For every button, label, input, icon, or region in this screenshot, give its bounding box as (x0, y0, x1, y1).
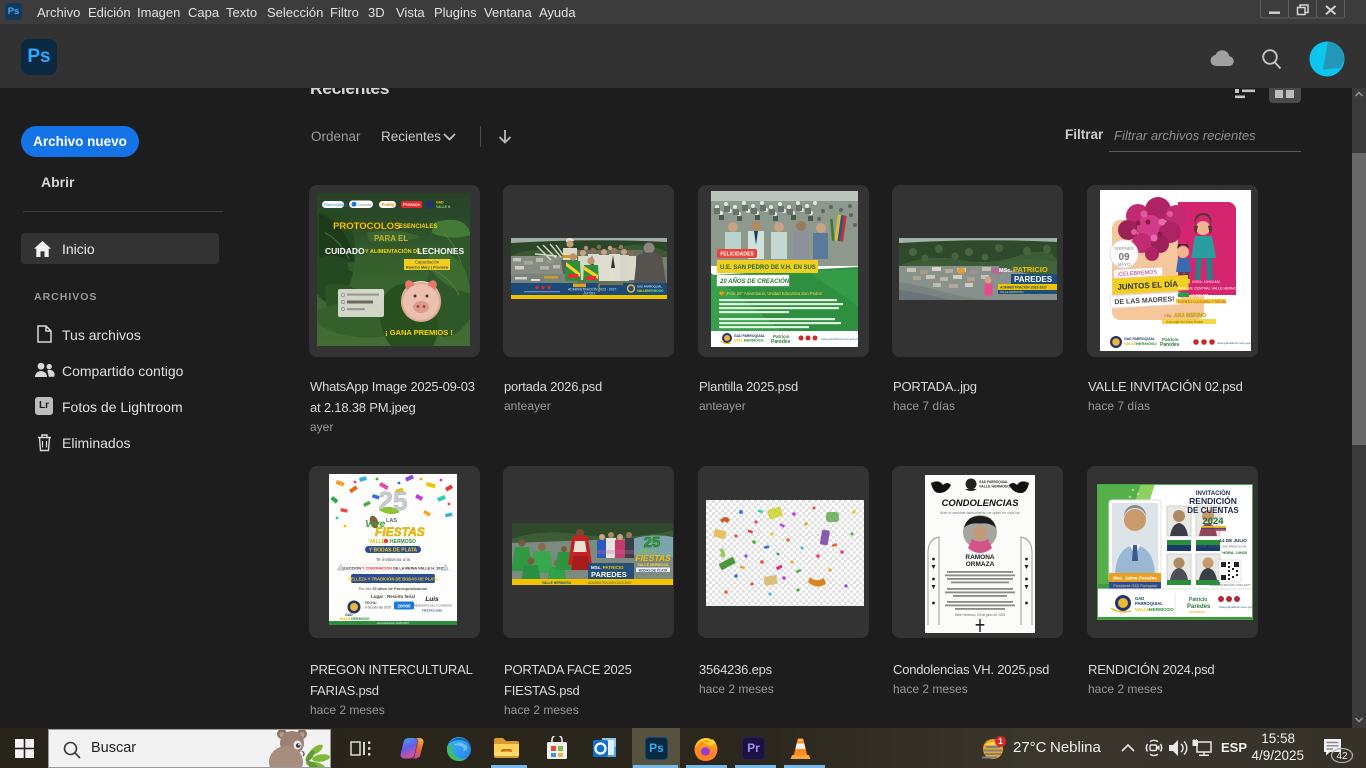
svg-text:PAREDES: PAREDES (591, 570, 627, 579)
svg-text:Presidente GAD Parroquial: Presidente GAD Parroquial (1113, 584, 1157, 588)
svg-text:20H00: 20H00 (398, 604, 411, 609)
svg-text:Luis: Luis (425, 596, 439, 603)
svg-text:Pronaca: Pronaca (403, 202, 420, 207)
svg-text:HORA: 14H30: HORA: 14H30 (1222, 551, 1247, 555)
svg-text:U.E. SAN PEDRO DE V.H. EN SUS: U.E. SAN PEDRO DE V.H. EN SUS (720, 265, 816, 271)
svg-text:DE CUENTAS: DE CUENTAS (1187, 506, 1239, 515)
svg-text:VALLE HERMOSO: VALLE HERMOSO (1000, 290, 1025, 294)
svg-text:1: 1 (998, 737, 1003, 746)
svg-text:Concejal del Área Social: Concejal del Área Social (1166, 320, 1203, 324)
svg-text:CONDOLENCIAS: CONDOLENCIAS (941, 498, 1019, 509)
svg-text:14 DE JULIO: 14 DE JULIO (1219, 538, 1247, 543)
svg-text:LAS: LAS (386, 518, 397, 524)
svg-text:42: 42 (1336, 751, 1348, 762)
svg-text:ESENCIALES: ESENCIALES (399, 224, 437, 230)
svg-text:EVENTO CULTURAL Y SOCIAL: EVENTO CULTURAL Y SOCIAL (1178, 300, 1227, 304)
svg-text:Y BODAS DE PLATA: Y BODAS DE PLATA (369, 548, 418, 554)
svg-text:GAD: GAD (436, 201, 444, 205)
svg-text:www.gadvallehermoso.gob.ec: www.gadvallehermoso.gob.ec (821, 337, 858, 341)
svg-text:🧡 ¡Feliz 20° Aniversario, Uni: 🧡 ¡Feliz 20° Aniversario, Unidad Educati… (719, 291, 822, 296)
svg-text:www.gadvallehermoso.gob.ec: www.gadvallehermoso.gob.ec (1217, 341, 1251, 345)
svg-text:Juntos: Juntos (582, 291, 596, 296)
svg-text:VALLE: VALLE (369, 539, 386, 545)
svg-text:PARROQUIAL: PARROQUIAL (1135, 601, 1163, 606)
svg-text:RanchoMary: RanchoMary (324, 202, 347, 207)
svg-text:¡ GANA PREMIOS !: ¡ GANA PREMIOS ! (385, 328, 453, 337)
svg-text:9 de julio del 2025: 9 de julio del 2025 (365, 606, 391, 610)
svg-text:ANA MERINO: ANA MERINO (1174, 313, 1206, 319)
svg-text:ADMINISTRACIÓN 2023-2027: ADMINISTRACIÓN 2023-2027 (1209, 582, 1251, 587)
svg-text:20 AÑOS DE CREACIÓN: 20 AÑOS DE CREACIÓN (719, 278, 790, 285)
svg-text:VALLE HERMOSO: VALLE HERMOSO (637, 563, 668, 567)
svg-text:Administración 2025-2027: Administración 2025-2027 (377, 621, 410, 625)
svg-text:HERMOSO: HERMOSO (647, 289, 664, 293)
svg-text:BODAS DE PLATA: BODAS DE PLATA (639, 568, 668, 572)
svg-text:VALLE HERMOSO: VALLE HERMOSO (542, 581, 572, 585)
svg-text:MAYO: MAYO (1118, 262, 1131, 267)
svg-text:www.gadvallehermoso.gob.ec: www.gadvallehermoso.gob.ec (1219, 605, 1253, 609)
svg-text:VALLE HERMOSO: VALLE HERMOSO (979, 485, 1010, 489)
svg-text:Rancho Mary | Pronaca: Rancho Mary | Pronaca (406, 266, 449, 270)
svg-text:FIESTAS: FIESTAS (635, 553, 671, 563)
svg-text:HERMOSO: HERMOSO (744, 339, 764, 343)
svg-text:Paredes: Paredes (771, 339, 791, 345)
svg-text:GAD PARROQUIAL: GAD PARROQUIAL (637, 285, 662, 289)
svg-text:Puntig: Puntig (382, 202, 395, 207)
svg-text:Te invitamos a la: Te invitamos a la (376, 557, 411, 562)
svg-text:HERMOSO: HERMOSO (351, 617, 370, 621)
svg-text:PROTOCOLOS: PROTOCOLOS (333, 221, 400, 232)
svg-text:Capacitación: Capacitación (415, 260, 440, 265)
svg-text:PARA EL: PARA EL (374, 234, 408, 243)
svg-text:PATRICIO: PATRICIO (1013, 265, 1048, 274)
svg-text:Lugar : Recinto ferial: Lugar : Recinto ferial (371, 594, 415, 599)
svg-text:Msc. Jaime Paredes: Msc. Jaime Paredes (1113, 576, 1157, 581)
svg-text:Por los 25 años de Parroquiali: Por los 25 años de Parroquialización (359, 586, 428, 591)
svg-text:Y ALIMENTACIÓN DE: Y ALIMENTACIÓN DE (365, 247, 421, 255)
svg-text:HERMOSO: HERMOSO (1149, 607, 1174, 613)
svg-text:conecta: conecta (358, 203, 372, 207)
svg-text:VALLE: VALLE (339, 617, 351, 621)
svg-text:HORA: 10H00 AM: HORA: 10H00 AM (1192, 280, 1220, 284)
svg-text:Valle Hermoso, 03 de junio de: Valle Hermoso, 03 de junio de 2025 (955, 613, 1006, 617)
svg-text:ADMINISTRACIÓN 2023-2027: ADMINISTRACIÓN 2023-2027 (588, 580, 632, 585)
svg-text:RENDICIÓN: RENDICIÓN (1189, 495, 1237, 506)
svg-text:VIERNES: VIERNES (1114, 246, 1134, 251)
svg-text:2024: 2024 (1202, 516, 1224, 527)
svg-text:PARQUE CENTRAL VALLE HERMOSO: PARQUE CENTRAL VALLE HERMOSO (1178, 287, 1242, 291)
svg-text:LUGAR: CASA DEL GAD PARROQUIAL: LUGAR: CASA DEL GAD PARROQUIAL (1196, 545, 1247, 549)
svg-text:FIESTAS 2025: FIESTAS 2025 (422, 609, 442, 613)
svg-text:ELECCIÓN Y CORONACIÓN DE LA RE: ELECCIÓN Y CORONACIÓN DE LA REINA VALLE … (341, 566, 444, 571)
svg-text:CUIDADO: CUIDADO (325, 246, 365, 256)
svg-text:ADMINISTRACIÓN 2023-2027: ADMINISTRACIÓN 2023-2027 (1000, 285, 1047, 290)
svg-text:FIESTAS: FIESTAS (375, 525, 425, 539)
svg-text:ORMAZA: ORMAZA (966, 561, 995, 568)
svg-text:PAREDES: PAREDES (1014, 275, 1053, 284)
svg-text:MSc.: MSc. (999, 268, 1012, 274)
svg-text:HERMOSO: HERMOSO (390, 539, 416, 545)
svg-text:presidente: presidente (1188, 610, 1205, 614)
svg-text:GAD PARROQUIAL: GAD PARROQUIAL (979, 480, 1008, 484)
svg-text:FELICIDADES: FELICIDADES (720, 252, 754, 258)
svg-text:FECHA:: FECHA: (365, 601, 377, 605)
svg-text:HERMOSO: HERMOSO (1136, 341, 1157, 346)
svg-text:VALLE: VALLE (637, 289, 647, 293)
svg-text:GAD PARROQUIAL: GAD PARROQUIAL (734, 334, 765, 338)
svg-text:BELLEZA Y TRADICIÓN DE BODAS D: BELLEZA Y TRADICIÓN DE BODAS DE PLATA (348, 577, 438, 582)
svg-text:LECHONES: LECHONES (417, 246, 465, 256)
svg-text:VALLE H.: VALLE H. (436, 205, 451, 209)
svg-text:10-H00 PM: 10-H00 PM (1191, 293, 1208, 297)
svg-text:Ante el sensible fallecimiento: Ante el sensible fallecimiento de quien … (940, 511, 1020, 515)
svg-text:Abg.: Abg. (1164, 313, 1173, 318)
svg-text:RAMONA: RAMONA (965, 554, 995, 561)
svg-text:Patricio: Patricio (1189, 597, 1207, 603)
svg-text:Paredes: Paredes (1160, 342, 1180, 348)
